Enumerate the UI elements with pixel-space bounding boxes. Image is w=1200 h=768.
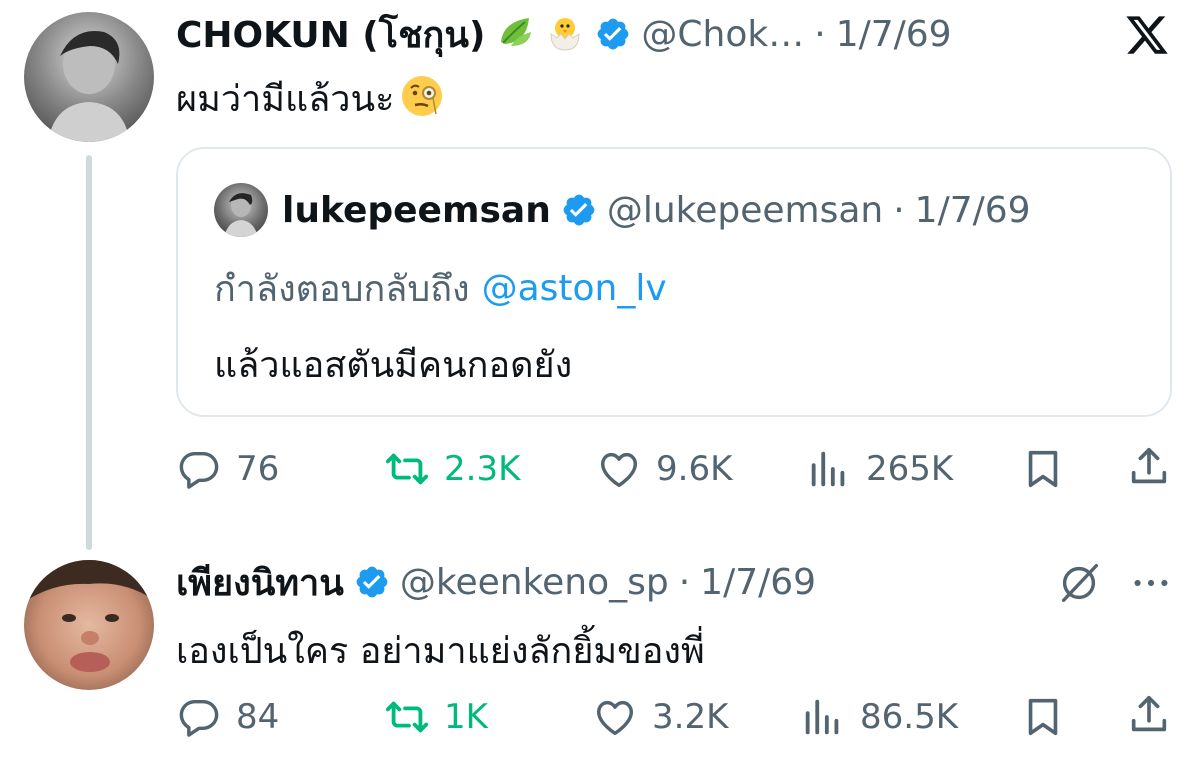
tweet2-header: เพียงนิทาน @keenkeno_sp · 1/7/69: [176, 560, 816, 604]
separator-dot: ·: [893, 189, 905, 231]
views-button[interactable]: 265K: [806, 446, 953, 492]
quote-header: lukepeemsan @lukepeemsan · 1/7/69: [282, 188, 1031, 232]
more-icon: [1134, 579, 1168, 587]
views-icon: [811, 451, 845, 487]
views-icon: [805, 699, 839, 735]
reply-icon: [179, 699, 219, 737]
thread-connector-line: [86, 155, 92, 550]
reply-button[interactable]: 76: [176, 446, 279, 492]
tweet-text: ผมว่ามีแล้วนะ: [176, 78, 395, 120]
retweet-button[interactable]: 1K: [384, 694, 488, 740]
retweet-button[interactable]: 2.3K: [384, 446, 520, 492]
x-logo-icon[interactable]: [1124, 12, 1170, 58]
replying-to-link[interactable]: @aston_lv: [482, 268, 667, 309]
share-button[interactable]: [1126, 692, 1172, 742]
retweet-count: 2.3K: [444, 449, 521, 489]
hatching-chick-emoji: [545, 12, 585, 56]
verified-badge-icon: [595, 16, 631, 52]
views-button[interactable]: 86.5K: [800, 694, 958, 740]
bookmark-button[interactable]: [1020, 694, 1066, 744]
like-count: 3.2K: [652, 697, 729, 737]
grok-button[interactable]: [1056, 560, 1102, 610]
like-count: 9.6K: [656, 449, 733, 489]
retweet-count: 1K: [444, 697, 488, 737]
reply-button[interactable]: 84: [176, 694, 279, 740]
face-with-monocle-emoji: [398, 72, 446, 124]
tweet-date[interactable]: 1/7/69: [836, 14, 952, 55]
share-icon: [1131, 447, 1167, 484]
verified-badge-icon: [561, 192, 597, 228]
share-icon: [1131, 695, 1167, 732]
retweet-icon: [385, 453, 429, 485]
separator-dot: ·: [814, 13, 826, 55]
like-icon: [600, 452, 638, 488]
quote-author-handle[interactable]: @lukepeemsan: [607, 190, 883, 231]
tweet1-header: CHOKUN (โชกุน) @Chok… · 1/7/69: [176, 12, 952, 56]
reply-count: 84: [236, 697, 280, 737]
tweet-text: เองเป็นใคร อย่ามาแย่งลักยิ้มของพี่: [176, 631, 705, 672]
author-name[interactable]: CHOKUN (โชกุน): [176, 6, 485, 63]
reply-icon: [179, 451, 219, 489]
separator-dot: ·: [678, 561, 691, 603]
author-handle[interactable]: @Chok…: [641, 14, 804, 55]
tweet-date[interactable]: 1/7/69: [700, 562, 816, 603]
bookmark-icon: [1028, 698, 1058, 736]
avatar-chokun[interactable]: [24, 12, 154, 142]
retweet-icon: [385, 701, 429, 733]
grok-icon: [1061, 564, 1098, 602]
quote-author-name[interactable]: lukepeemsan: [282, 190, 551, 231]
avatar-keenkeno[interactable]: [24, 560, 154, 690]
author-name[interactable]: เพียงนิทาน: [176, 554, 344, 611]
bookmark-icon: [1028, 450, 1058, 488]
share-button[interactable]: [1126, 444, 1172, 494]
like-icon: [596, 700, 634, 736]
leaf-emoji: [495, 12, 535, 56]
view-count: 265K: [866, 449, 954, 489]
tweet1-text: ผมว่ามีแล้วนะ: [176, 74, 446, 122]
quote-date[interactable]: 1/7/69: [915, 190, 1031, 231]
author-handle[interactable]: @keenkeno_sp: [400, 562, 669, 603]
view-count: 86.5K: [860, 697, 958, 737]
verified-badge-icon: [354, 564, 390, 600]
like-button[interactable]: 3.2K: [592, 694, 728, 740]
reply-count: 76: [236, 449, 280, 489]
avatar-lukepeemsan[interactable]: [214, 183, 268, 237]
quote-text: แล้วแอสตันมีคนกอดยัง: [214, 345, 573, 386]
bookmark-button[interactable]: [1020, 446, 1066, 496]
replying-to-label: กำลังตอบกลับถึง: [214, 268, 470, 310]
replying-to: กำลังตอบกลับถึง @aston_lv: [214, 266, 667, 310]
like-button[interactable]: 9.6K: [596, 446, 732, 492]
more-button[interactable]: [1128, 560, 1174, 610]
